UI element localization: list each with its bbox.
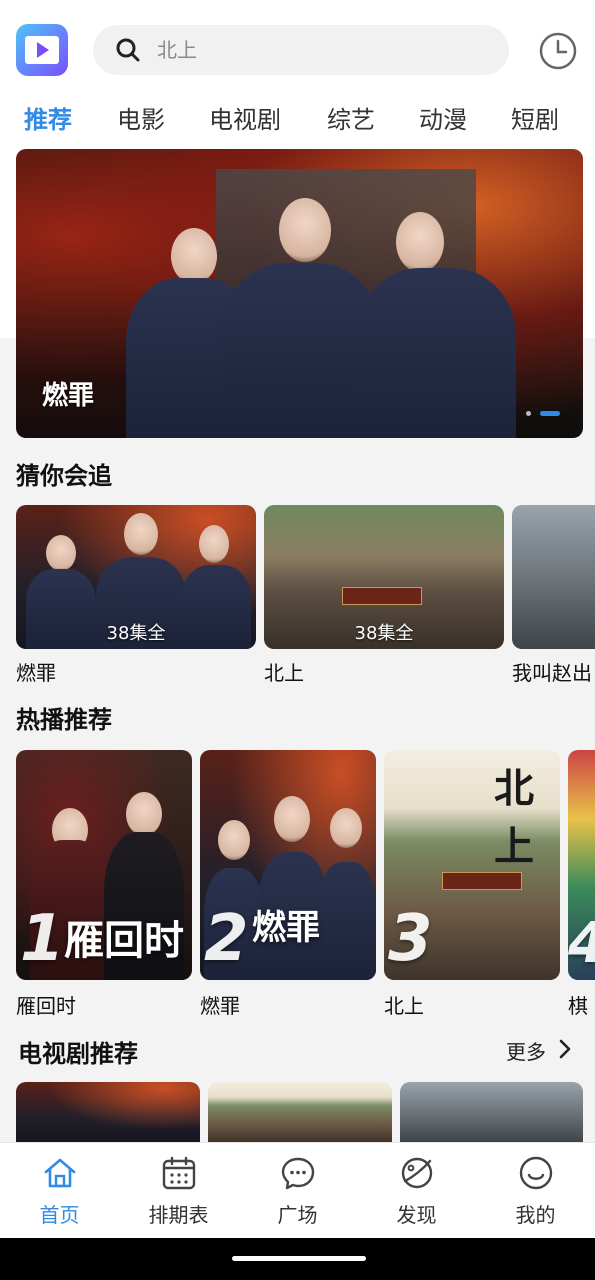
hero-banner[interactable]: 燃罪 xyxy=(16,149,583,438)
guess-card[interactable]: 38集全 燃罪 xyxy=(16,505,256,685)
more-link[interactable]: 更多 xyxy=(506,1036,571,1065)
card-title: 北上 xyxy=(264,661,304,685)
poster-title: 雁回时 xyxy=(64,917,184,964)
tab-movies[interactable]: 电影 xyxy=(117,100,165,135)
nav-schedule[interactable]: 排期表 xyxy=(119,1143,238,1239)
tv-poster[interactable] xyxy=(208,1082,392,1142)
card-title: 北上 xyxy=(384,994,424,1018)
banner-figure-right xyxy=(356,198,516,438)
rank-number: 1 xyxy=(20,902,65,976)
card-title: 燃罪 xyxy=(16,661,56,685)
nav-label: 首页 xyxy=(39,1203,80,1227)
section-title-guess: 猜你会追 xyxy=(16,462,112,490)
rank-number: 2 xyxy=(204,902,249,976)
card-title: 我叫赵出 xyxy=(512,661,592,685)
carousel-dot-active[interactable] xyxy=(540,411,560,416)
calendar-icon xyxy=(162,1156,196,1190)
home-indicator[interactable] xyxy=(232,1256,366,1261)
nav-square[interactable]: 广场 xyxy=(238,1143,357,1239)
poster-title: 燃罪 xyxy=(252,908,320,948)
poster-thumbnail: 38集全 xyxy=(264,505,504,649)
search-input[interactable]: 北上 xyxy=(157,25,197,75)
poster-shop-sign xyxy=(442,872,522,890)
section-title-tv: 电视剧推荐 xyxy=(18,1040,138,1068)
tab-variety[interactable]: 综艺 xyxy=(327,100,375,135)
poster-figure xyxy=(318,800,376,980)
rank-number: 3 xyxy=(388,902,433,976)
tab-tv-series[interactable]: 电视剧 xyxy=(209,100,281,135)
hot-card[interactable]: 4 棋 xyxy=(568,750,595,1020)
search-icon xyxy=(116,38,140,62)
tv-poster[interactable] xyxy=(16,1082,200,1142)
card-title: 棋 xyxy=(568,994,588,1018)
hot-card[interactable]: 1 雁回时 雁回时 xyxy=(16,750,192,1020)
nav-home[interactable]: 首页 xyxy=(0,1143,119,1239)
hot-card[interactable]: 2 燃罪 燃罪 xyxy=(200,750,376,1020)
nav-label: 排期表 xyxy=(148,1203,209,1227)
nav-label: 广场 xyxy=(277,1203,318,1227)
poster-title: 北上 xyxy=(494,765,534,870)
search-bar[interactable]: 北上 xyxy=(93,25,509,75)
tv-poster[interactable] xyxy=(400,1082,583,1142)
hot-card[interactable]: 3 北上 北上 xyxy=(384,750,560,1020)
home-icon xyxy=(44,1158,76,1188)
rank-number: 4 xyxy=(568,911,595,976)
carousel-dot[interactable] xyxy=(526,411,531,416)
app-logo[interactable] xyxy=(16,24,68,76)
poster-thumbnail xyxy=(512,505,595,649)
nav-profile[interactable]: 我的 xyxy=(476,1143,595,1239)
category-tabs: 推荐 电影 电视剧 综艺 动漫 短剧 xyxy=(0,96,595,142)
episode-count: 38集全 xyxy=(106,623,166,644)
play-icon xyxy=(25,36,59,64)
card-title: 雁回时 xyxy=(16,994,76,1018)
tab-short-drama[interactable]: 短剧 xyxy=(511,100,559,135)
poster-shop-sign xyxy=(342,587,422,605)
system-navigation-bar xyxy=(0,1238,595,1280)
poster-thumbnail: 2 燃罪 xyxy=(200,750,376,980)
poster-thumbnail: 3 北上 xyxy=(384,750,560,980)
app-header: 北上 xyxy=(0,0,595,96)
nav-label: 我的 xyxy=(515,1203,556,1227)
episode-count: 38集全 xyxy=(354,623,414,644)
card-title: 燃罪 xyxy=(200,994,240,1018)
planet-icon xyxy=(401,1157,433,1189)
chat-icon xyxy=(281,1157,315,1190)
guess-card[interactable]: 38集全 北上 xyxy=(264,505,504,685)
poster-thumbnail: 1 雁回时 xyxy=(16,750,192,980)
section-title-hot: 热播推荐 xyxy=(16,706,112,734)
smile-icon xyxy=(519,1156,553,1190)
poster-thumbnail: 38集全 xyxy=(16,505,256,649)
nav-discover[interactable]: 发现 xyxy=(357,1143,476,1239)
guess-card[interactable]: 我叫赵出 xyxy=(512,505,595,685)
tab-recommend[interactable]: 推荐 xyxy=(24,100,72,135)
history-icon[interactable] xyxy=(538,31,578,71)
chevron-right-icon xyxy=(559,1039,571,1059)
banner-title: 燃罪 xyxy=(42,381,95,411)
poster-thumbnail: 4 xyxy=(568,750,595,980)
bottom-navigation: 首页 排期表 广场 发现 我的 xyxy=(0,1142,595,1238)
nav-label: 发现 xyxy=(396,1203,437,1227)
tab-anime[interactable]: 动漫 xyxy=(419,100,467,135)
more-label: 更多 xyxy=(506,1040,546,1064)
